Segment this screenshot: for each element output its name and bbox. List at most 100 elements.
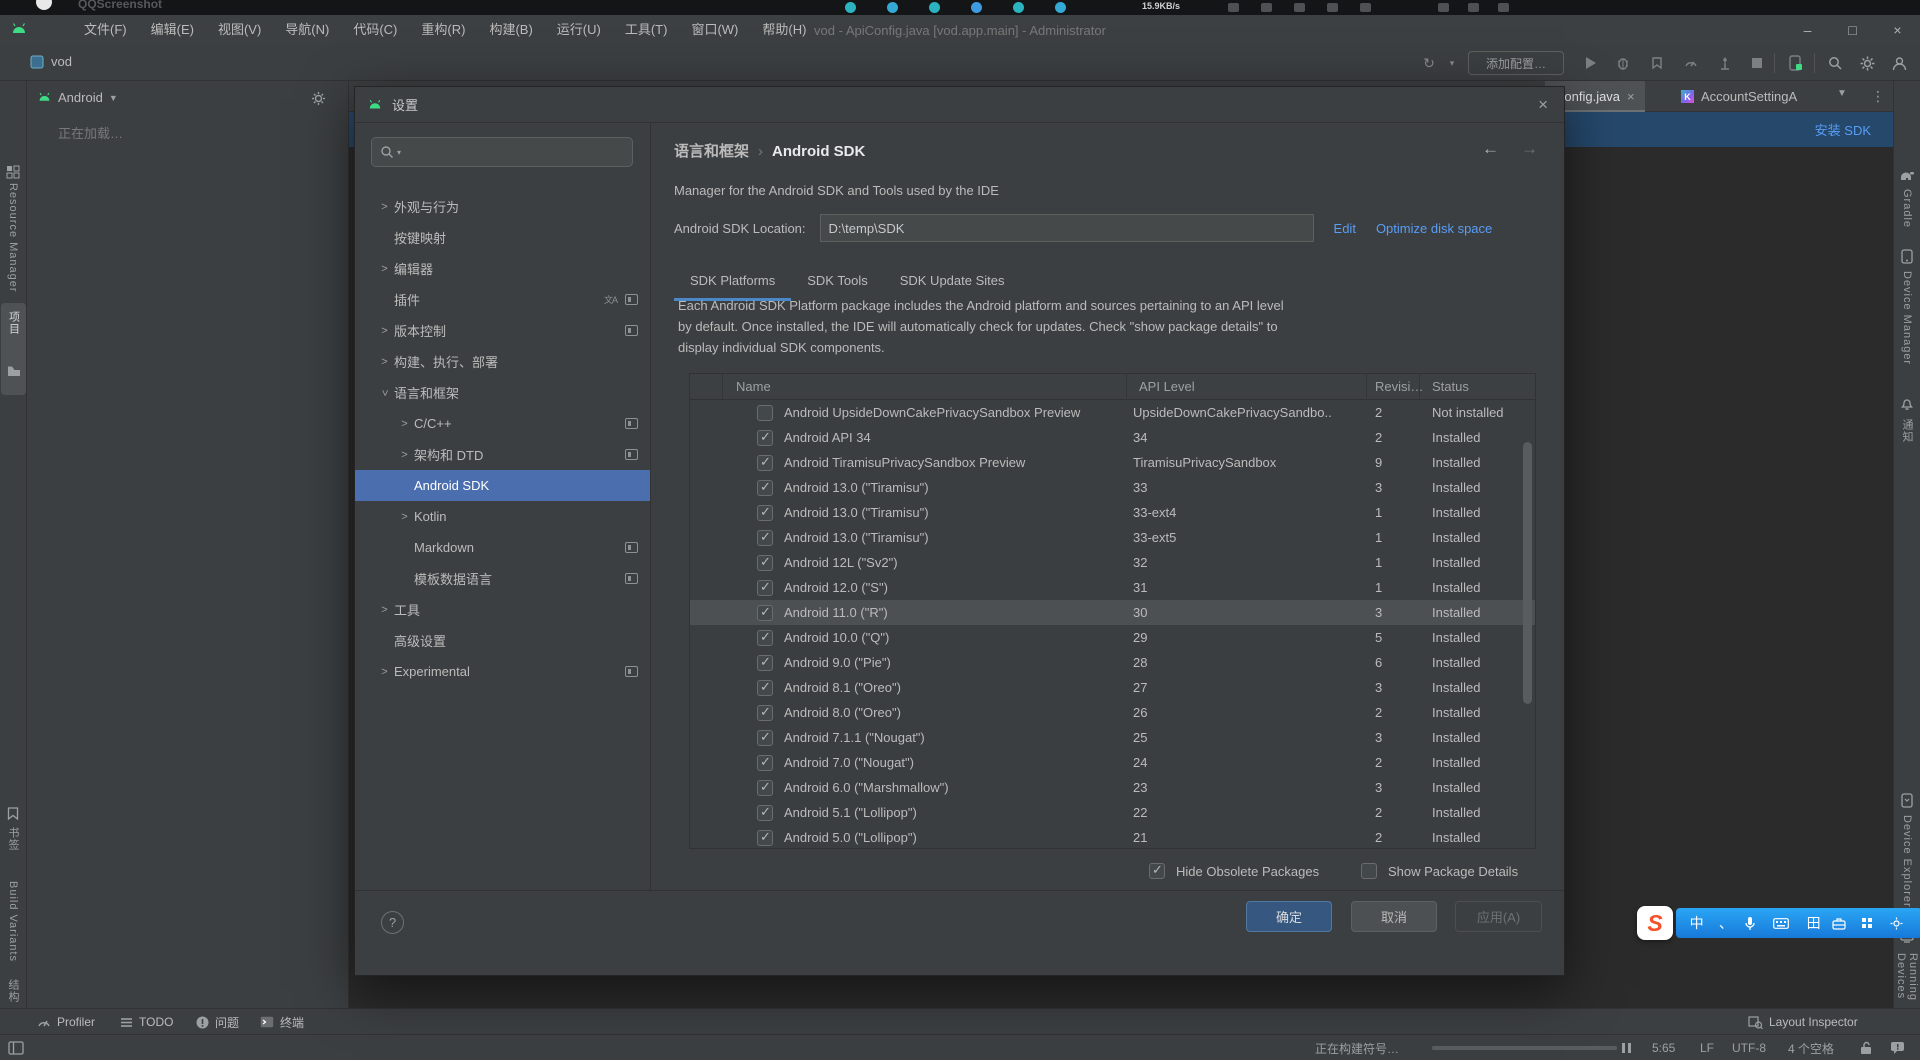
menu-item-8[interactable]: 工具(T) bbox=[613, 15, 680, 45]
debug-icon[interactable] bbox=[1614, 54, 1632, 72]
ime-handwriting-icon[interactable]: 田 bbox=[1803, 913, 1825, 933]
table-scrollbar[interactable] bbox=[1522, 402, 1533, 848]
problems-toolwindow-button[interactable]: 问题 bbox=[196, 1009, 239, 1035]
minimize-button[interactable]: – bbox=[1785, 15, 1830, 45]
stripe-notifications[interactable]: 通知 bbox=[1899, 419, 1915, 443]
profiler-run-icon[interactable] bbox=[1682, 54, 1700, 72]
sogou-logo-icon[interactable]: S bbox=[1637, 906, 1673, 940]
terminal-toolwindow-button[interactable]: 终端 bbox=[260, 1009, 304, 1035]
settings-dialog-titlebar[interactable]: 设置 × bbox=[355, 87, 1564, 123]
ime-keyboard-icon[interactable] bbox=[1773, 918, 1795, 929]
profile-avatar-icon[interactable] bbox=[1890, 54, 1908, 72]
sdk-table-row-9[interactable]: Android 10.0 ("Q")295Installed bbox=[690, 625, 1535, 650]
sdk-row-checkbox[interactable] bbox=[757, 705, 773, 721]
sdk-row-checkbox[interactable] bbox=[757, 730, 773, 746]
stripe-gradle[interactable]: Gradle bbox=[1901, 189, 1913, 228]
checkbox-icon[interactable] bbox=[1149, 863, 1165, 879]
sdk-table-row-15[interactable]: Android 6.0 ("Marshmallow")233Installed bbox=[690, 775, 1535, 800]
sdk-row-checkbox[interactable] bbox=[757, 580, 773, 596]
settings-tree-item-14[interactable]: 高级设置 bbox=[355, 625, 650, 656]
settings-tree-item-10[interactable]: >Kotlin bbox=[355, 501, 650, 532]
layout-inspector-button[interactable]: Layout Inspector bbox=[1748, 1009, 1858, 1035]
tab-account-setting[interactable]: K AccountSettingA bbox=[1671, 81, 1807, 112]
add-configuration-button[interactable]: 添加配置… bbox=[1468, 51, 1564, 75]
file-encoding[interactable]: UTF-8 bbox=[1732, 1035, 1766, 1060]
stripe-device-manager[interactable]: Device Manager bbox=[1901, 271, 1913, 365]
stripe-project-selected[interactable]: 项目 bbox=[1, 303, 26, 395]
settings-tree-item-0[interactable]: >外观与行为 bbox=[355, 191, 650, 222]
menu-item-9[interactable]: 窗口(W) bbox=[679, 15, 750, 45]
tab-list-chevron-icon[interactable]: ▼ bbox=[1837, 88, 1847, 99]
project-widget[interactable]: vod bbox=[30, 54, 72, 69]
notifications-bell-icon[interactable] bbox=[1901, 397, 1914, 411]
sdk-row-checkbox[interactable] bbox=[757, 680, 773, 696]
lock-icon[interactable] bbox=[1860, 1041, 1873, 1055]
ime-grid-icon[interactable] bbox=[1861, 917, 1883, 929]
settings-search-input[interactable]: ▾ bbox=[371, 137, 633, 167]
sdk-row-checkbox[interactable] bbox=[757, 755, 773, 771]
stop-icon[interactable] bbox=[1748, 54, 1766, 72]
sdk-row-checkbox[interactable] bbox=[757, 530, 773, 546]
sdk-table-row-2[interactable]: Android TiramisuPrivacySandbox PreviewTi… bbox=[690, 450, 1535, 475]
gradle-elephant-icon[interactable] bbox=[1899, 169, 1915, 181]
sdk-location-field[interactable]: D:\temp\SDK bbox=[820, 214, 1314, 242]
run-icon[interactable] bbox=[1582, 54, 1600, 72]
ime-punctuation-icon[interactable]: 、 bbox=[1715, 913, 1737, 933]
column-api-level[interactable]: API Level bbox=[1127, 374, 1367, 400]
coverage-icon[interactable] bbox=[1648, 54, 1666, 72]
settings-tree-item-8[interactable]: >架构和 DTD bbox=[355, 439, 650, 470]
forward-arrow-icon[interactable]: → bbox=[1521, 139, 1538, 159]
sdk-table-row-3[interactable]: Android 13.0 ("Tiramisu")333Installed bbox=[690, 475, 1535, 500]
todo-toolwindow-button[interactable]: TODO bbox=[120, 1009, 173, 1035]
stripe-device-explorer[interactable]: Device Explorer bbox=[1901, 815, 1913, 908]
menu-item-0[interactable]: 文件(F) bbox=[72, 15, 139, 45]
column-revision[interactable]: Revisi… bbox=[1367, 374, 1420, 400]
menu-item-10[interactable]: 帮助(H) bbox=[750, 15, 818, 45]
menu-item-3[interactable]: 导航(N) bbox=[273, 15, 341, 45]
menu-item-5[interactable]: 重构(R) bbox=[409, 15, 477, 45]
sdk-table-row-5[interactable]: Android 13.0 ("Tiramisu")33-ext51Install… bbox=[690, 525, 1535, 550]
settings-tree-item-15[interactable]: >Experimental bbox=[355, 656, 650, 687]
edit-link[interactable]: Edit bbox=[1334, 221, 1356, 236]
tree-chevron-icon[interactable]: > bbox=[379, 383, 391, 402]
tool-window-layout-icon[interactable] bbox=[8, 1041, 24, 1055]
attach-debugger-icon[interactable] bbox=[1716, 54, 1734, 72]
tree-chevron-icon[interactable]: > bbox=[375, 263, 394, 275]
tree-chevron-icon[interactable]: > bbox=[395, 511, 414, 523]
sync-dropdown-icon[interactable]: ▾ bbox=[1443, 54, 1461, 72]
settings-tree-item-5[interactable]: >构建、执行、部署 bbox=[355, 346, 650, 377]
sdk-table-row-13[interactable]: Android 7.1.1 ("Nougat")253Installed bbox=[690, 725, 1535, 750]
sdk-table-row-8[interactable]: Android 11.0 ("R")303Installed bbox=[690, 600, 1535, 625]
settings-tree-item-7[interactable]: >C/C++ bbox=[355, 408, 650, 439]
bookmark-icon[interactable] bbox=[8, 807, 19, 820]
tree-chevron-icon[interactable]: > bbox=[375, 604, 394, 616]
show-package-details-checkbox[interactable]: Show Package Details bbox=[1361, 863, 1518, 879]
sdk-row-checkbox[interactable] bbox=[757, 630, 773, 646]
sdk-table-row-4[interactable]: Android 13.0 ("Tiramisu")33-ext41Install… bbox=[690, 500, 1535, 525]
profiler-toolwindow-button[interactable]: Profiler bbox=[37, 1009, 95, 1035]
device-explorer-icon[interactable] bbox=[1901, 793, 1913, 808]
caret-position[interactable]: 5:65 bbox=[1652, 1035, 1675, 1060]
resource-manager-icon[interactable] bbox=[6, 165, 20, 179]
ime-mic-icon[interactable] bbox=[1744, 916, 1766, 931]
notifications-balloon-icon[interactable] bbox=[1890, 1041, 1905, 1055]
stripe-structure[interactable]: 结构 bbox=[5, 979, 21, 1003]
ok-button[interactable]: 确定 bbox=[1246, 901, 1332, 932]
install-sdk-link[interactable]: 安装 SDK bbox=[1815, 120, 1871, 139]
line-separator[interactable]: LF bbox=[1700, 1035, 1714, 1060]
help-button[interactable]: ? bbox=[381, 911, 404, 934]
pause-build-icon[interactable] bbox=[1622, 1043, 1631, 1053]
back-arrow-icon[interactable]: ← bbox=[1482, 139, 1499, 159]
optimize-disk-space-link[interactable]: Optimize disk space bbox=[1376, 221, 1492, 236]
sdk-row-checkbox[interactable] bbox=[757, 830, 773, 846]
sdk-row-checkbox[interactable] bbox=[757, 405, 773, 421]
menu-item-6[interactable]: 构建(B) bbox=[477, 15, 544, 45]
dialog-close-icon[interactable]: × bbox=[1538, 95, 1548, 115]
device-manager-stripe-icon[interactable] bbox=[1901, 249, 1913, 264]
menu-item-2[interactable]: 视图(V) bbox=[206, 15, 273, 45]
column-status[interactable]: Status bbox=[1420, 374, 1522, 400]
sdk-table-row-1[interactable]: Android API 34342Installed bbox=[690, 425, 1535, 450]
tree-chevron-icon[interactable]: > bbox=[375, 666, 394, 678]
sdk-table-row-0[interactable]: Android UpsideDownCakePrivacySandbox Pre… bbox=[690, 400, 1535, 425]
close-button[interactable]: × bbox=[1875, 15, 1920, 45]
